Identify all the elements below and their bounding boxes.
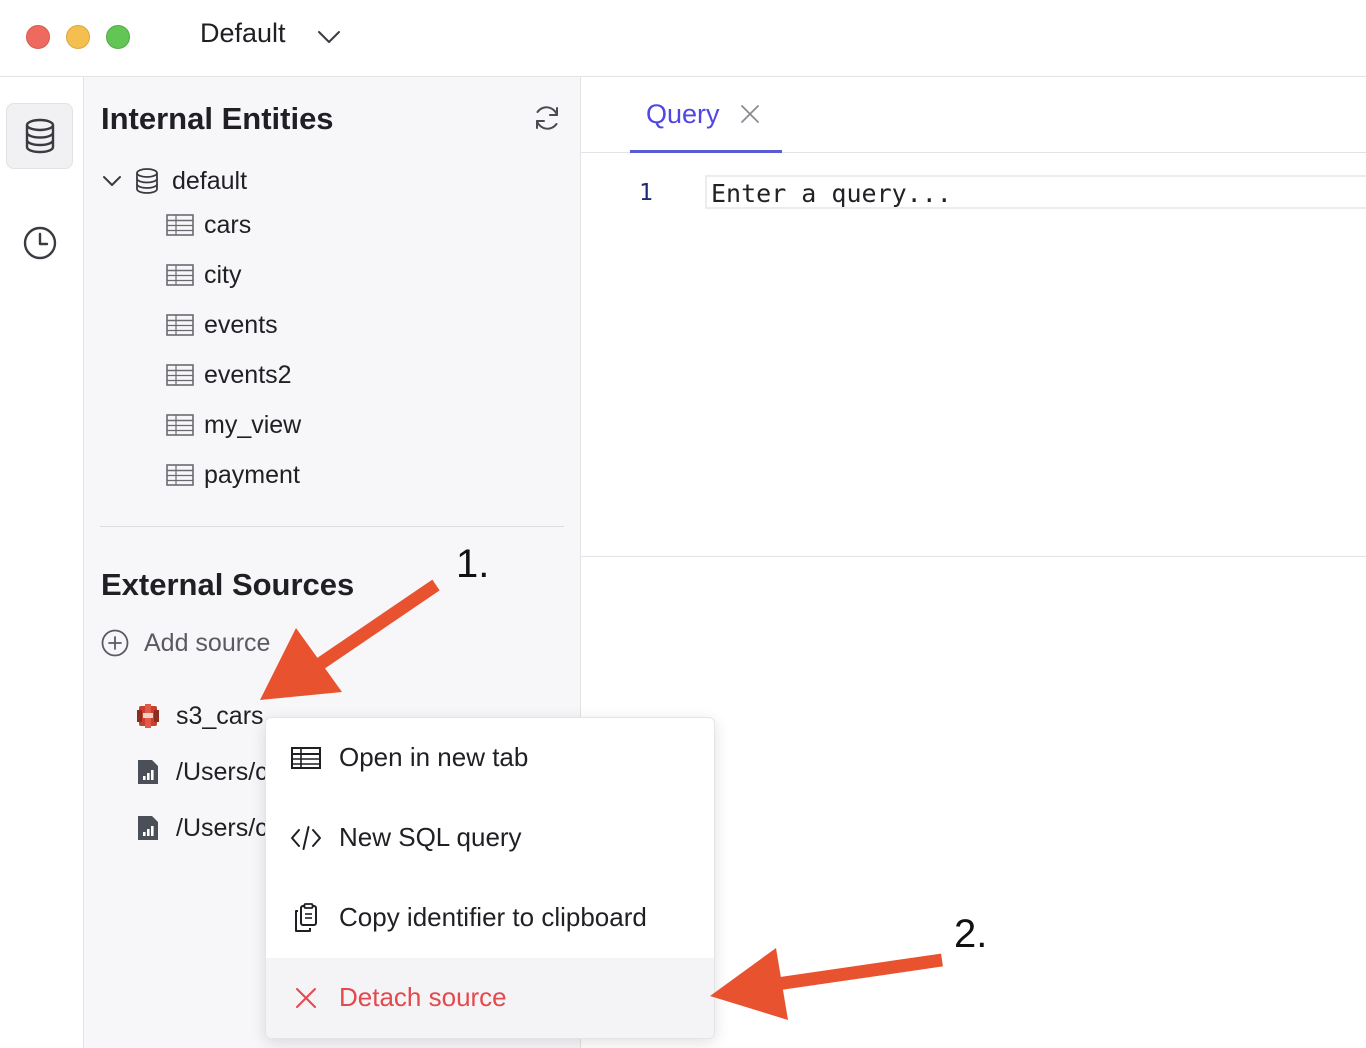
- menu-item-new-sql-query[interactable]: New SQL query: [266, 798, 714, 878]
- source-name: /Users/c: [176, 757, 268, 786]
- window-zoom-button[interactable]: [106, 25, 130, 49]
- external-source-s3-cars[interactable]: s3_cars: [136, 696, 264, 736]
- table-icon: [166, 364, 194, 386]
- refresh-icon[interactable]: [532, 103, 562, 133]
- tree-table-item[interactable]: events: [166, 305, 278, 345]
- query-placeholder: Enter a query...: [711, 179, 952, 208]
- code-icon: [291, 826, 321, 850]
- sidebar-divider: [100, 526, 564, 527]
- file-chart-icon: [138, 816, 158, 840]
- plus-circle-icon: [101, 629, 129, 657]
- workspace-selector[interactable]: Default: [200, 18, 286, 49]
- table-icon: [166, 464, 194, 486]
- menu-item-copy-identifier[interactable]: Copy identifier to clipboard: [266, 878, 714, 958]
- table-icon: [166, 414, 194, 436]
- tab-query[interactable]: Query: [630, 77, 782, 153]
- database-icon: [136, 168, 158, 194]
- tree-table-item[interactable]: payment: [166, 455, 300, 495]
- external-sources-heading: External Sources: [101, 567, 355, 602]
- rail-database-button[interactable]: [6, 103, 73, 169]
- window-close-button[interactable]: [26, 25, 50, 49]
- table-name: my_view: [204, 410, 302, 439]
- title-bar: Default: [0, 0, 1366, 77]
- add-source-button[interactable]: Add source: [100, 625, 270, 661]
- table-name: payment: [204, 460, 300, 489]
- rail-history-button[interactable]: [6, 210, 73, 276]
- external-source-file[interactable]: /Users/c: [136, 808, 268, 848]
- table-name: events: [204, 310, 278, 339]
- table-icon: [291, 747, 321, 769]
- menu-item-label: Detach source: [339, 982, 507, 1012]
- close-icon[interactable]: [739, 103, 761, 125]
- tab-query-label: Query: [646, 99, 720, 129]
- history-clock-icon: [23, 226, 56, 260]
- query-editor-input[interactable]: Enter a query...: [705, 175, 1366, 209]
- menu-item-label: New SQL query: [339, 822, 522, 852]
- tree-table-item[interactable]: city: [166, 255, 242, 295]
- tree-table-item[interactable]: events2: [166, 355, 292, 395]
- table-name: cars: [204, 210, 252, 239]
- active-tab-indicator: [630, 150, 782, 153]
- menu-item-open-in-new-tab[interactable]: Open in new tab: [266, 718, 714, 798]
- table-icon: [166, 214, 194, 236]
- external-source-file[interactable]: /Users/c: [136, 752, 268, 792]
- clipboard-copy-icon: [295, 903, 317, 932]
- menu-item-label: Open in new tab: [339, 742, 529, 772]
- source-name: s3_cars: [176, 701, 264, 730]
- table-name: events2: [204, 360, 292, 389]
- internal-entities-heading: Internal Entities: [101, 101, 334, 136]
- table-name: city: [204, 260, 242, 289]
- tree-database-default[interactable]: default: [100, 161, 247, 201]
- database-icon: [25, 118, 54, 154]
- chevron-down-icon[interactable]: [316, 24, 342, 50]
- context-menu: Open in new tab New SQL query Copy ident…: [265, 717, 715, 1039]
- menu-item-label: Copy identifier to clipboard: [339, 902, 647, 932]
- aws-s3-icon: [137, 704, 159, 728]
- close-icon: [296, 988, 316, 1008]
- tree-table-item[interactable]: cars: [166, 205, 251, 245]
- results-pane-divider[interactable]: [581, 556, 1366, 557]
- tree-table-item[interactable]: my_view: [166, 405, 301, 445]
- table-icon: [166, 264, 194, 286]
- database-name: default: [172, 166, 248, 195]
- menu-item-detach-source[interactable]: Detach source: [266, 958, 714, 1038]
- line-number: 1: [639, 180, 653, 206]
- source-name: /Users/c: [176, 813, 268, 842]
- tab-bar: Query: [581, 77, 1366, 153]
- file-chart-icon: [138, 760, 158, 784]
- table-icon: [166, 314, 194, 336]
- activity-rail: [0, 77, 84, 1048]
- add-source-label: Add source: [144, 628, 271, 657]
- window-minimize-button[interactable]: [66, 25, 90, 49]
- chevron-down-icon[interactable]: [100, 169, 124, 193]
